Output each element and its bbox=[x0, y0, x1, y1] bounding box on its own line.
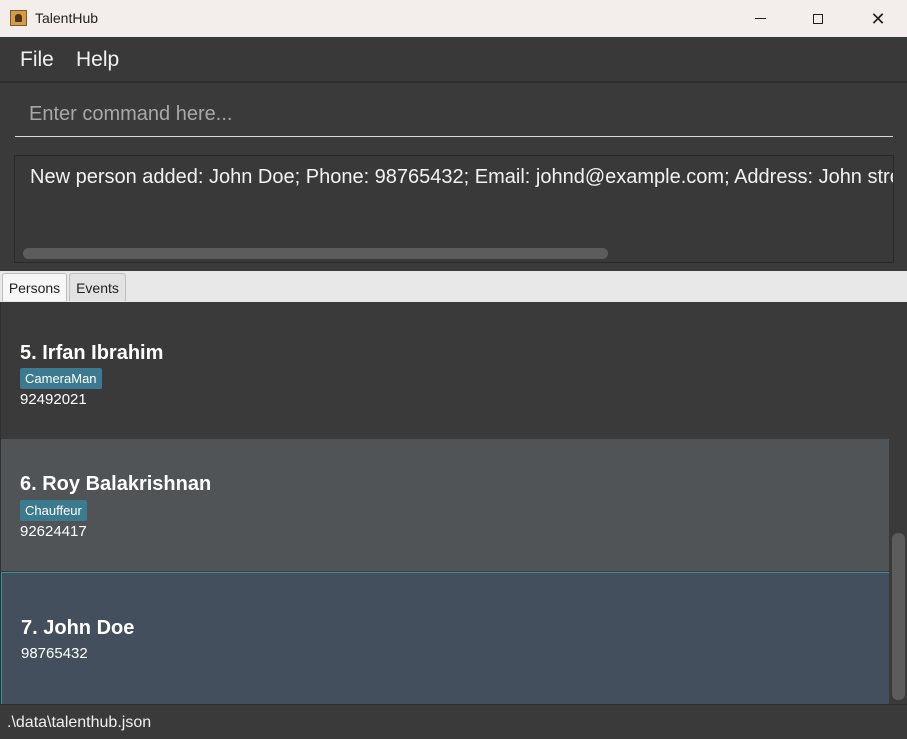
menu-file[interactable]: File bbox=[20, 48, 54, 72]
person-tag: Chauffeur bbox=[20, 500, 87, 521]
person-phone: 92492021 bbox=[20, 391, 87, 408]
maximize-button[interactable] bbox=[789, 0, 847, 37]
menu-help[interactable]: Help bbox=[76, 48, 119, 72]
person-card[interactable]: 5. Irfan Ibrahim CameraMan 92492021 bbox=[1, 308, 890, 438]
person-phone: 98765432 bbox=[21, 645, 88, 662]
tab-events[interactable]: Events bbox=[69, 273, 126, 301]
vertical-scrollbar-thumb[interactable] bbox=[892, 533, 905, 700]
close-icon: ✕ bbox=[870, 8, 886, 29]
maximize-icon bbox=[813, 13, 823, 24]
title-bar: TalentHub ✕ bbox=[0, 0, 907, 37]
result-display[interactable]: New person added: John Doe; Phone: 98765… bbox=[14, 155, 894, 263]
person-name: 5. Irfan Ibrahim bbox=[20, 342, 164, 364]
horizontal-scrollbar[interactable] bbox=[23, 248, 608, 259]
tab-persons[interactable]: Persons bbox=[2, 273, 67, 301]
person-card-selected[interactable]: 7. John Doe 98765432 bbox=[1, 572, 890, 704]
person-list: 5. Irfan Ibrahim CameraMan 92492021 6. R… bbox=[0, 302, 890, 704]
person-name: 7. John Doe bbox=[21, 617, 135, 639]
result-display-area: New person added: John Doe; Phone: 98765… bbox=[0, 146, 907, 271]
minimize-icon bbox=[754, 18, 766, 19]
person-tag: CameraMan bbox=[20, 368, 102, 389]
save-file-path: .\data\talenthub.json bbox=[7, 714, 152, 731]
command-box bbox=[0, 82, 907, 147]
person-card[interactable]: 6. Roy Balakrishnan Chauffeur 92624417 bbox=[1, 439, 890, 571]
minimize-button[interactable] bbox=[731, 0, 789, 37]
status-bar: .\data\talenthub.json bbox=[0, 704, 907, 739]
menu-bar: File Help bbox=[0, 37, 907, 82]
app-icon bbox=[10, 10, 27, 26]
person-name: 6. Roy Balakrishnan bbox=[20, 473, 212, 495]
window-title: TalentHub bbox=[35, 10, 99, 26]
tab-bar: Persons Events bbox=[0, 271, 907, 303]
person-phone: 92624417 bbox=[20, 523, 87, 540]
close-button[interactable]: ✕ bbox=[849, 0, 907, 37]
result-text: New person added: John Doe; Phone: 98765… bbox=[30, 166, 893, 188]
command-input[interactable] bbox=[15, 93, 893, 137]
